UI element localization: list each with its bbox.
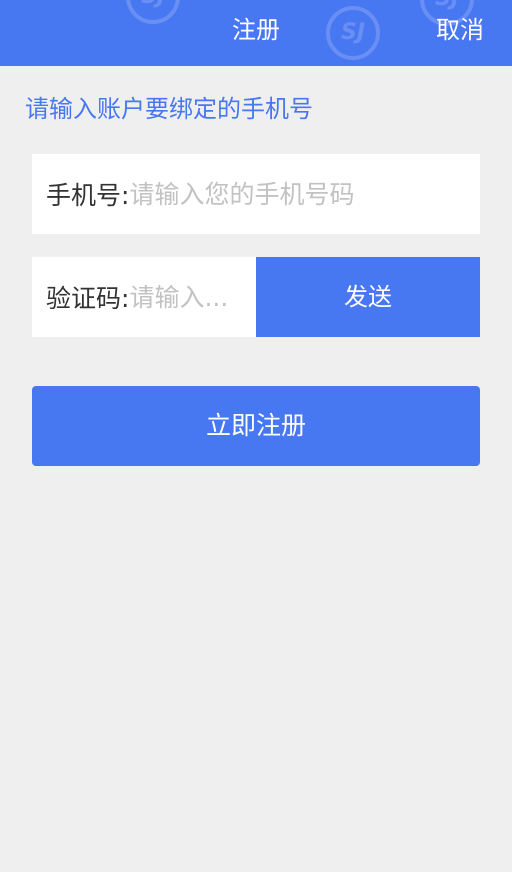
phone-label: 手机号: (46, 181, 130, 210)
send-code-button[interactable]: 发送 (256, 257, 480, 337)
bind-phone-hint: 请输入账户要绑定的手机号 (25, 95, 313, 123)
verification-code-input[interactable] (129, 277, 240, 317)
top-bar: SJ SJ SJ 注册 取消 (0, 0, 512, 66)
register-button[interactable]: 立即注册 (32, 386, 480, 466)
phone-input[interactable] (129, 174, 480, 214)
verification-code-row: 验证码: 发送 (32, 257, 480, 337)
cancel-button[interactable]: 取消 (436, 12, 484, 48)
verification-code-label: 验证码: (46, 284, 130, 313)
phone-row: 手机号: (32, 154, 480, 234)
